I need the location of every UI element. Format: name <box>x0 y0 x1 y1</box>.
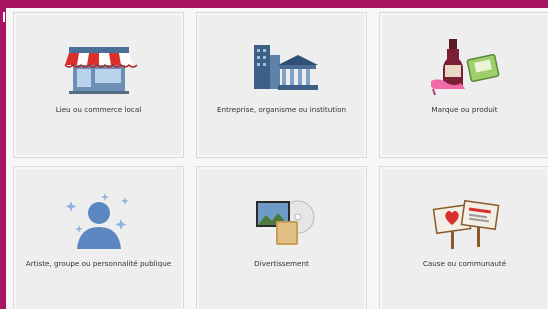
frame-accent <box>3 12 5 22</box>
category-label: Artiste, groupe ou personnalité publique <box>25 259 172 268</box>
category-tile-company[interactable]: Entreprise, organisme ou institution <box>196 12 367 158</box>
category-grid: Lieu ou commerce local Entreprise, organ… <box>6 8 548 309</box>
category-tile-cause[interactable]: Cause ou communauté <box>379 166 548 309</box>
storefront-icon <box>63 47 138 94</box>
category-tile-entertainment[interactable]: Divertissement <box>196 166 367 309</box>
buildings-icon <box>253 45 318 90</box>
category-label: Entreprise, organisme ou institution <box>216 105 347 114</box>
category-tile-artist[interactable]: Artiste, groupe ou personnalité publique <box>13 166 184 309</box>
category-label: Marque ou produit <box>431 105 498 114</box>
category-label: Cause ou communauté <box>422 259 507 268</box>
cause-signs-icon <box>432 199 499 249</box>
category-tile-local-business[interactable]: Lieu ou commerce local <box>13 12 184 158</box>
page-frame: Lieu ou commerce local Entreprise, organ… <box>0 0 548 309</box>
category-label: Lieu ou commerce local <box>55 105 142 114</box>
category-tile-brand[interactable]: Marque ou produit <box>379 12 548 158</box>
category-label: Divertissement <box>254 259 309 268</box>
products-icon <box>430 39 499 96</box>
entertainment-icon <box>255 200 314 245</box>
person-silhouette-icon <box>65 193 129 249</box>
